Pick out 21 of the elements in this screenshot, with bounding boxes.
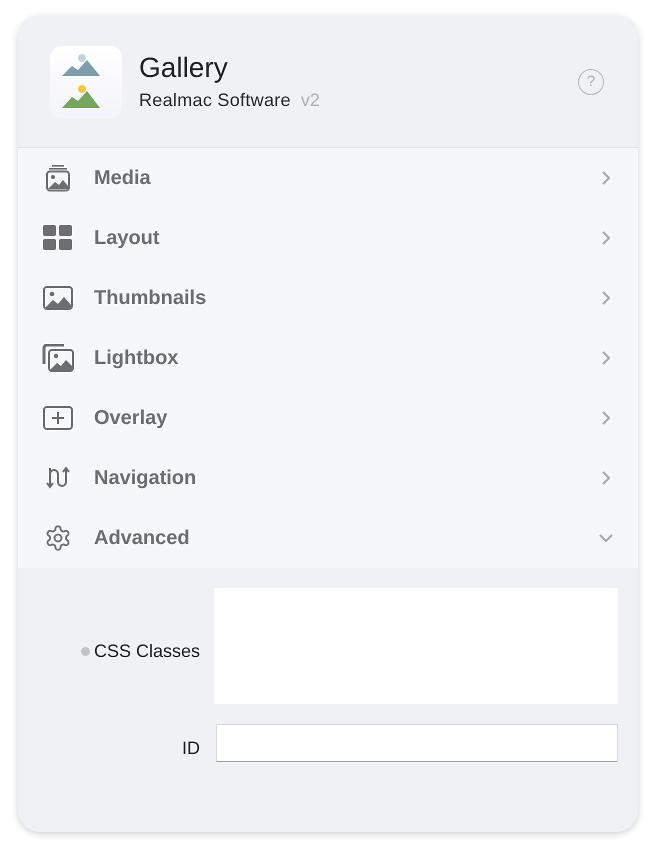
section-row[interactable]: Media: [18, 148, 638, 208]
component-title: Gallery: [139, 52, 229, 84]
images-icon: [42, 344, 74, 372]
version-label: v2: [300, 90, 320, 111]
id-field[interactable]: [216, 724, 618, 762]
section-row[interactable]: Thumbnails: [18, 268, 638, 328]
grid-icon: [43, 225, 73, 251]
section-row[interactable]: Lightbox: [18, 328, 638, 388]
section-row[interactable]: Advanced: [18, 508, 638, 568]
swap-arrows-icon: [46, 466, 70, 490]
section-row[interactable]: Overlay: [18, 388, 638, 448]
settings-icon: [44, 524, 72, 552]
image-icon: [43, 286, 73, 310]
field-label: CSS Classes: [94, 640, 200, 662]
field-label: ID: [182, 738, 200, 758]
plus-square-icon: [43, 406, 73, 430]
vendor-name: Realmac Software: [139, 90, 291, 111]
photo-stack-icon: [44, 164, 72, 192]
section-row[interactable]: Navigation: [18, 448, 638, 508]
gallery-app-icon: [50, 46, 122, 118]
section-row[interactable]: Layout: [18, 208, 638, 268]
